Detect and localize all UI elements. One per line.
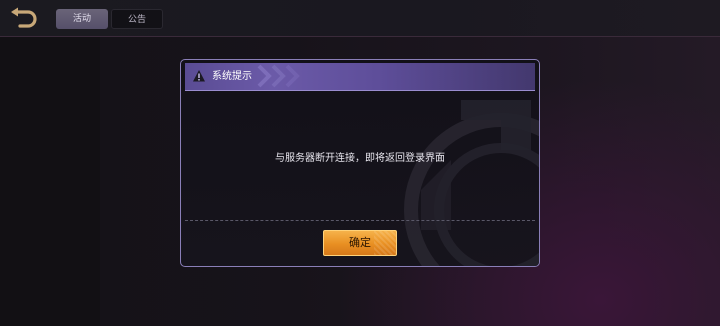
tab-announcement[interactable]: 公告 [111, 9, 163, 29]
warning-icon [193, 70, 205, 82]
system-dialog: 系统提示 与服务器断开连接，即将返回登录界面 确定 [180, 59, 540, 267]
back-arrow-icon [11, 7, 37, 28]
back-button[interactable] [8, 6, 40, 30]
dialog-header: 系统提示 [185, 63, 535, 91]
dialog-title: 系统提示 [212, 71, 252, 82]
confirm-button[interactable]: 确定 [323, 230, 397, 256]
tab-activity[interactable]: 活动 [56, 9, 108, 29]
background-emblem [404, 100, 539, 266]
chevron-decoration [257, 64, 300, 88]
dialog-message: 与服务器断开连接，即将返回登录界面 [275, 153, 445, 164]
left-panel [0, 36, 100, 326]
game-screen: 活动 公告 系统提示 与服务器断开连接，即将返回登录界面 确定 [0, 0, 720, 326]
top-bar: 活动 公告 [0, 0, 720, 37]
divider [185, 220, 535, 221]
